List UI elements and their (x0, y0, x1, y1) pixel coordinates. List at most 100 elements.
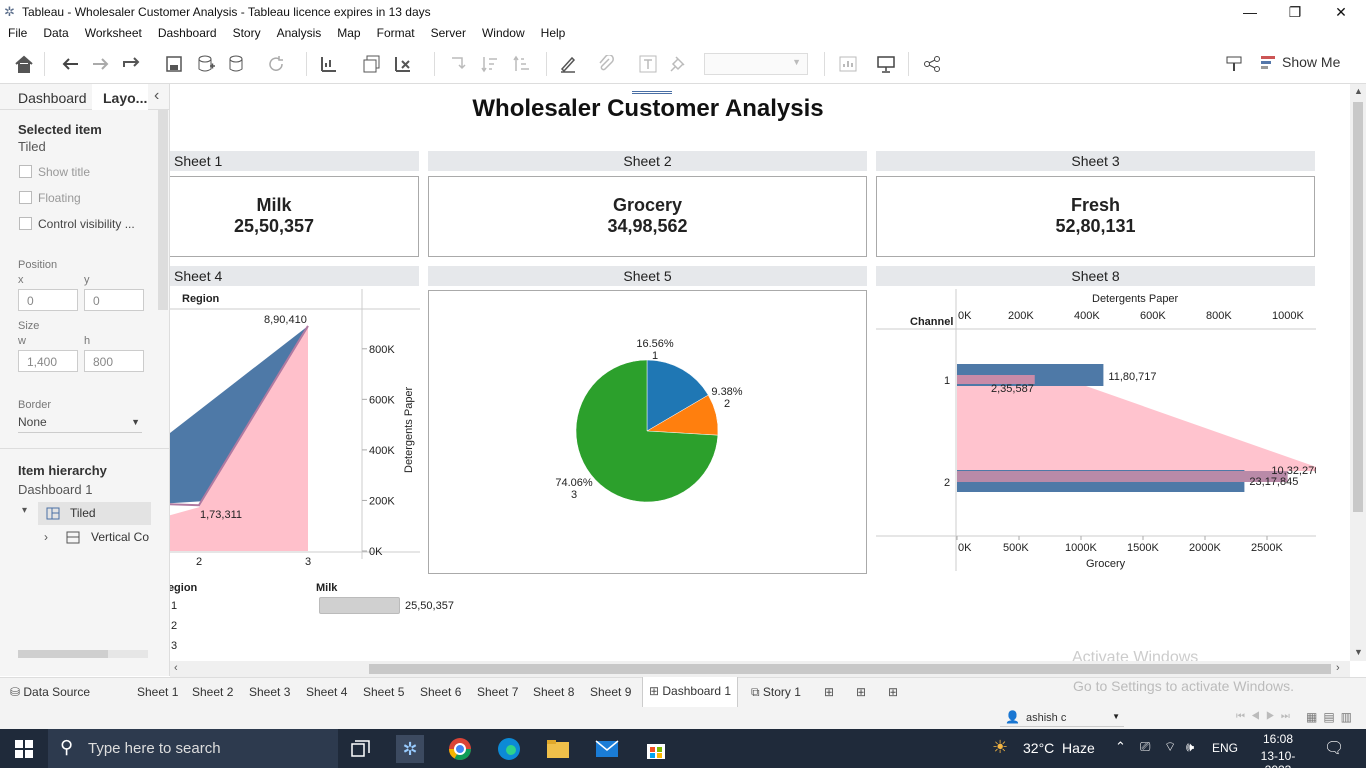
left-panel-hscroll[interactable] (18, 650, 148, 658)
sheet3-header[interactable]: Sheet 3 (876, 151, 1315, 171)
menu-file[interactable]: File (0, 24, 35, 44)
horizontal-scrollbar[interactable]: ‹ › (170, 661, 1350, 677)
task-view-icon[interactable] (347, 735, 375, 763)
menu-worksheet[interactable]: Worksheet (77, 24, 150, 44)
show-me-button[interactable]: Show Me (1260, 54, 1340, 70)
menu-server[interactable]: Server (423, 24, 474, 44)
new-worksheet-tab-icon[interactable]: ⊞ (818, 678, 840, 707)
replay-icon[interactable] (120, 52, 144, 76)
clock-date[interactable]: 13-10-2023 (1248, 749, 1308, 777)
sheet5-pie-chart[interactable]: 16.56%1 9.38%2 74.06%3 (428, 290, 867, 574)
resize-handle[interactable] (632, 84, 672, 94)
fit-dropdown[interactable]: ▼ (704, 53, 808, 75)
tab-dashboard[interactable]: Dashboard (18, 90, 87, 106)
tab-sheet-5[interactable]: Sheet 5 (357, 678, 410, 707)
sheet1-kpi[interactable]: Milk 25,50,357 (170, 176, 419, 257)
refresh-icon[interactable] (264, 52, 288, 76)
close-button[interactable]: ✕ (1318, 0, 1364, 24)
tab-sheet-6[interactable]: Sheet 6 (414, 678, 467, 707)
clear-sheet-icon[interactable] (392, 52, 416, 76)
milk-bar[interactable] (319, 597, 400, 614)
tab-dashboard-1[interactable]: ⊞ Dashboard 1 (642, 677, 739, 707)
share-icon[interactable] (920, 52, 944, 76)
height-input[interactable]: 800 (84, 350, 144, 372)
tab-data-source[interactable]: ⛁ Data Source (4, 678, 96, 707)
menu-analysis[interactable]: Analysis (269, 24, 330, 44)
maximize-button[interactable]: ❐ (1272, 0, 1318, 24)
sheet5-header[interactable]: Sheet 5 (428, 266, 867, 286)
hierarchy-vertical-label[interactable]: Vertical Co (91, 530, 149, 544)
presentation-mode-icon[interactable] (874, 52, 898, 76)
menu-data[interactable]: Data (35, 24, 76, 44)
border-dropdown[interactable]: None ▼ (18, 415, 142, 433)
undo-icon[interactable] (58, 52, 82, 76)
menu-format[interactable]: Format (369, 24, 423, 44)
windows-start-icon[interactable] (10, 735, 38, 763)
mail-icon[interactable] (593, 735, 621, 763)
highlight-icon[interactable] (556, 52, 580, 76)
language-indicator[interactable]: ENG (1212, 741, 1238, 755)
labels-icon[interactable] (836, 52, 860, 76)
sheet4-header[interactable]: Sheet 4 (170, 266, 419, 286)
menu-dashboard[interactable]: Dashboard (150, 24, 225, 44)
text-icon[interactable] (636, 52, 660, 76)
new-worksheet-icon[interactable] (318, 52, 342, 76)
volume-icon[interactable]: 🕪 (1186, 739, 1194, 755)
pin-icon[interactable] (666, 52, 690, 76)
sort-ascending-icon[interactable] (478, 52, 502, 76)
sheet2-kpi[interactable]: Grocery 34,98,562 (428, 176, 867, 257)
chrome-icon[interactable] (446, 735, 474, 763)
tab-layout[interactable]: Layo... (103, 90, 147, 106)
collapse-panel-icon[interactable]: ‹ (154, 87, 159, 105)
tab-sheet-3[interactable]: Sheet 3 (243, 678, 296, 707)
notification-icon[interactable]: 🗨 (1324, 738, 1344, 758)
tab-story-1[interactable]: ⧉ Story 1 (745, 678, 807, 707)
sheet8-bar-chart[interactable]: Detergents Paper Channel 0K 200K 400K 600K 800… (876, 289, 1316, 574)
control-visibility-checkbox[interactable] (19, 217, 32, 230)
file-explorer-icon[interactable] (544, 735, 572, 763)
sheet8-header[interactable]: Sheet 8 (876, 266, 1315, 286)
sort-descending-icon[interactable] (510, 52, 534, 76)
sheet2-header[interactable]: Sheet 2 (428, 151, 867, 171)
tab-sheet-2[interactable]: Sheet 2 (186, 678, 239, 707)
tab-sheet-1[interactable]: Sheet 1 (131, 678, 184, 707)
new-data-source-icon[interactable] (194, 52, 218, 76)
left-panel-scrollbar[interactable] (158, 110, 168, 310)
new-story-tab-icon[interactable]: ⊞ (882, 678, 904, 707)
edge-icon[interactable] (495, 735, 523, 763)
clock-time[interactable]: 16:08 (1252, 732, 1304, 746)
sheet3-kpi[interactable]: Fresh 52,80,131 (876, 176, 1315, 257)
chevron-right-icon[interactable]: › (44, 530, 48, 544)
pause-updates-icon[interactable] (225, 52, 249, 76)
vertical-scrollbar[interactable]: ▲ ▼ (1350, 84, 1366, 661)
network-icon[interactable]: ⎚ (1140, 739, 1150, 755)
store-icon[interactable] (642, 735, 670, 763)
tab-navigation-icons[interactable]: ⏮◀▶⏭ (1236, 711, 1296, 722)
duplicate-icon[interactable] (360, 52, 384, 76)
format-painter-icon[interactable] (1222, 52, 1246, 76)
minimize-button[interactable]: — (1227, 0, 1273, 24)
tab-sheet-9[interactable]: Sheet 9 (584, 678, 637, 707)
sheet4-area-chart[interactable]: Region 8,90,410 1,73,311 0K 200K 400K 600K 800K… (170, 289, 420, 574)
tableau-taskbar-icon[interactable]: ✲ (396, 735, 424, 763)
menu-help[interactable]: Help (533, 24, 574, 44)
weather-text[interactable]: 32°C Haze (1023, 740, 1095, 756)
new-dashboard-tab-icon[interactable]: ⊞ (850, 678, 872, 707)
wifi-icon[interactable]: ⌔ (1164, 739, 1176, 755)
tab-sheet-7[interactable]: Sheet 7 (471, 678, 524, 707)
home-icon[interactable] (12, 52, 36, 76)
redo-icon[interactable] (89, 52, 113, 76)
sheet1-header[interactable]: Sheet 1 (170, 151, 419, 171)
menu-window[interactable]: Window (474, 24, 533, 44)
chevron-up-icon[interactable]: ⌃ (1115, 739, 1126, 755)
user-menu[interactable]: 👤 ashish c ▼ (1000, 709, 1124, 727)
swap-icon[interactable] (446, 52, 470, 76)
y-input[interactable]: 0 (84, 289, 144, 311)
view-mode-icons[interactable]: ▦▤▥ (1306, 710, 1358, 724)
hierarchy-item-tiled[interactable]: ▾ Tiled (22, 502, 151, 525)
taskbar-search-box[interactable]: ⚲ Type here to search (48, 729, 338, 768)
tab-sheet-8[interactable]: Sheet 8 (527, 678, 580, 707)
attach-icon[interactable] (594, 52, 618, 76)
menu-map[interactable]: Map (329, 24, 368, 44)
save-icon[interactable] (162, 52, 186, 76)
